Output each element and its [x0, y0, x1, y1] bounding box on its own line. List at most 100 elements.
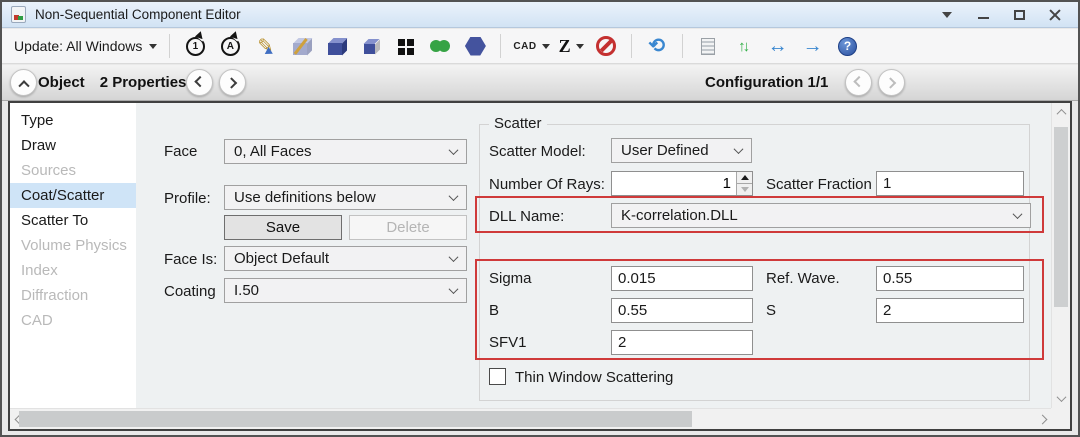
sidebar-item-draw[interactable]: Draw — [10, 133, 136, 158]
number-of-rays-spinner — [736, 172, 752, 195]
chevron-down-icon — [449, 191, 459, 201]
next-object-button[interactable] — [219, 69, 246, 96]
number-of-rays-input[interactable] — [611, 171, 753, 196]
copy-object-button[interactable] — [357, 33, 383, 60]
vertical-scrollbar[interactable] — [1051, 103, 1070, 408]
close-button[interactable] — [1047, 7, 1063, 23]
dll-name-combobox[interactable]: K-correlation.DLL — [611, 203, 1031, 228]
cube-icon — [328, 43, 342, 55]
update-mode-dropdown[interactable]: Update: All Windows — [14, 38, 157, 54]
undo-arrow-icon: ⟲ — [648, 36, 665, 56]
hexagon-icon — [465, 37, 486, 56]
scrollbar-corner — [1051, 408, 1070, 429]
spreadsheet-button[interactable] — [695, 33, 721, 60]
insert-object-button[interactable] — [287, 33, 313, 60]
scroll-up-button[interactable] — [1052, 103, 1070, 122]
chevron-down-icon — [734, 144, 744, 154]
sigma-input[interactable] — [611, 266, 753, 291]
profile-value: Use definitions below — [234, 189, 376, 206]
undo-button[interactable]: ⟲ — [644, 33, 670, 60]
spinner-up-button[interactable] — [736, 172, 752, 184]
toolbar-separator — [169, 34, 170, 58]
pencil-icon: ✎ — [257, 37, 273, 56]
scatter-fraction-input[interactable] — [876, 171, 1024, 196]
sidebar-item-scatter-to[interactable]: Scatter To — [10, 208, 136, 233]
previous-object-button[interactable] — [186, 69, 213, 96]
chevron-up-icon — [1056, 109, 1066, 119]
ignore-object-button[interactable] — [593, 33, 619, 60]
chevron-down-icon — [449, 284, 459, 294]
spinner-down-button[interactable] — [736, 184, 752, 195]
profile-label: Profile: — [164, 190, 211, 208]
save-button[interactable]: Save — [224, 215, 342, 240]
sigma-label: Sigma — [489, 270, 532, 288]
swap-rows-button[interactable]: ↑↓ — [730, 33, 756, 60]
object-viewer-button[interactable] — [322, 33, 348, 60]
thin-window-scattering-checkbox[interactable] — [489, 368, 506, 385]
maximize-icon — [1014, 10, 1025, 20]
update-current-button[interactable]: 1 — [182, 33, 208, 60]
sfv1-input[interactable] — [611, 330, 753, 355]
toolbar-separator — [631, 34, 632, 58]
scroll-right-button[interactable] — [1033, 409, 1051, 429]
chevron-down-icon — [1013, 209, 1023, 219]
update-all-button[interactable]: A — [217, 33, 243, 60]
profile-combobox[interactable]: Use definitions below — [224, 185, 467, 210]
grid-icon — [398, 39, 405, 46]
object-properties-title: Object 2 Properties — [38, 74, 186, 91]
scroll-down-button[interactable] — [1052, 389, 1070, 408]
vertical-scrollbar-thumb[interactable] — [1054, 127, 1068, 307]
coating-combobox[interactable]: I.50 — [224, 278, 467, 303]
refresh-all-icon: A — [221, 37, 240, 56]
update-mode-label: Update: All Windows — [14, 38, 142, 54]
scatter-model-label: Scatter Model: — [489, 143, 586, 161]
face-is-combobox[interactable]: Object Default — [224, 246, 467, 271]
coating-label: Coating — [164, 283, 216, 301]
s-input[interactable] — [876, 298, 1024, 323]
scatter-model-value: User Defined — [621, 142, 709, 159]
horizontal-scrollbar-thumb[interactable] — [19, 411, 692, 427]
coat-scatter-panel: Type Draw Sources Coat/Scatter Scatter T… — [8, 101, 1072, 431]
window-menu-button[interactable] — [939, 7, 955, 23]
swap-arrows-icon: ↑↓ — [738, 39, 747, 54]
scatter-groupbox: Scatter — [479, 124, 1030, 401]
next-config-button[interactable] — [878, 69, 905, 96]
face-is-value: Object Default — [234, 250, 329, 267]
nsc-editor-window: Non-Sequential Component Editor Update: … — [0, 0, 1080, 437]
small-cube-icon — [364, 44, 375, 54]
cad-dropdown[interactable]: CAD — [513, 41, 549, 52]
edit-object-button[interactable]: ✎ — [252, 33, 278, 60]
right-arrow-icon: → — [803, 36, 823, 56]
scatter-model-combobox[interactable]: User Defined — [611, 138, 752, 163]
face-combobox[interactable]: 0, All Faces — [224, 139, 467, 164]
number-of-rays-label: Number Of Rays: — [489, 176, 605, 194]
sidebar-item-type[interactable]: Type — [10, 108, 136, 133]
help-button[interactable]: ? — [835, 33, 861, 60]
sidebar-item-coat-scatter[interactable]: Coat/Scatter — [10, 183, 136, 208]
ref-wave-input[interactable] — [876, 266, 1024, 291]
number-of-rays-field — [611, 171, 753, 196]
cad-label: CAD — [513, 41, 536, 52]
array-grid-button[interactable] — [392, 33, 418, 60]
sidebar-item-diffraction: Diffraction — [10, 283, 136, 308]
minimize-button[interactable] — [975, 7, 991, 23]
b-input[interactable] — [611, 298, 753, 323]
polygon-object-button[interactable] — [462, 33, 488, 60]
zemax-dropdown[interactable]: Z — [559, 36, 584, 57]
go-forward-button[interactable]: → — [800, 33, 826, 60]
toolbar-separator — [500, 34, 501, 58]
chevron-right-icon — [225, 77, 236, 88]
maximize-button[interactable] — [1011, 7, 1027, 23]
previous-config-button[interactable] — [845, 69, 872, 96]
dll-name-value: K-correlation.DLL — [621, 207, 738, 224]
detector-button[interactable] — [427, 33, 453, 60]
dll-name-label: DLL Name: — [489, 208, 564, 226]
collapse-properties-button[interactable] — [10, 69, 37, 96]
horizontal-scrollbar[interactable] — [10, 408, 1051, 429]
green-circles-icon — [430, 40, 442, 52]
no-entry-icon — [596, 36, 616, 56]
s-label: S — [766, 302, 776, 320]
triangle-down-icon — [741, 187, 749, 192]
chevron-down-icon — [576, 44, 584, 49]
expand-columns-button[interactable]: ↔ — [765, 33, 791, 60]
